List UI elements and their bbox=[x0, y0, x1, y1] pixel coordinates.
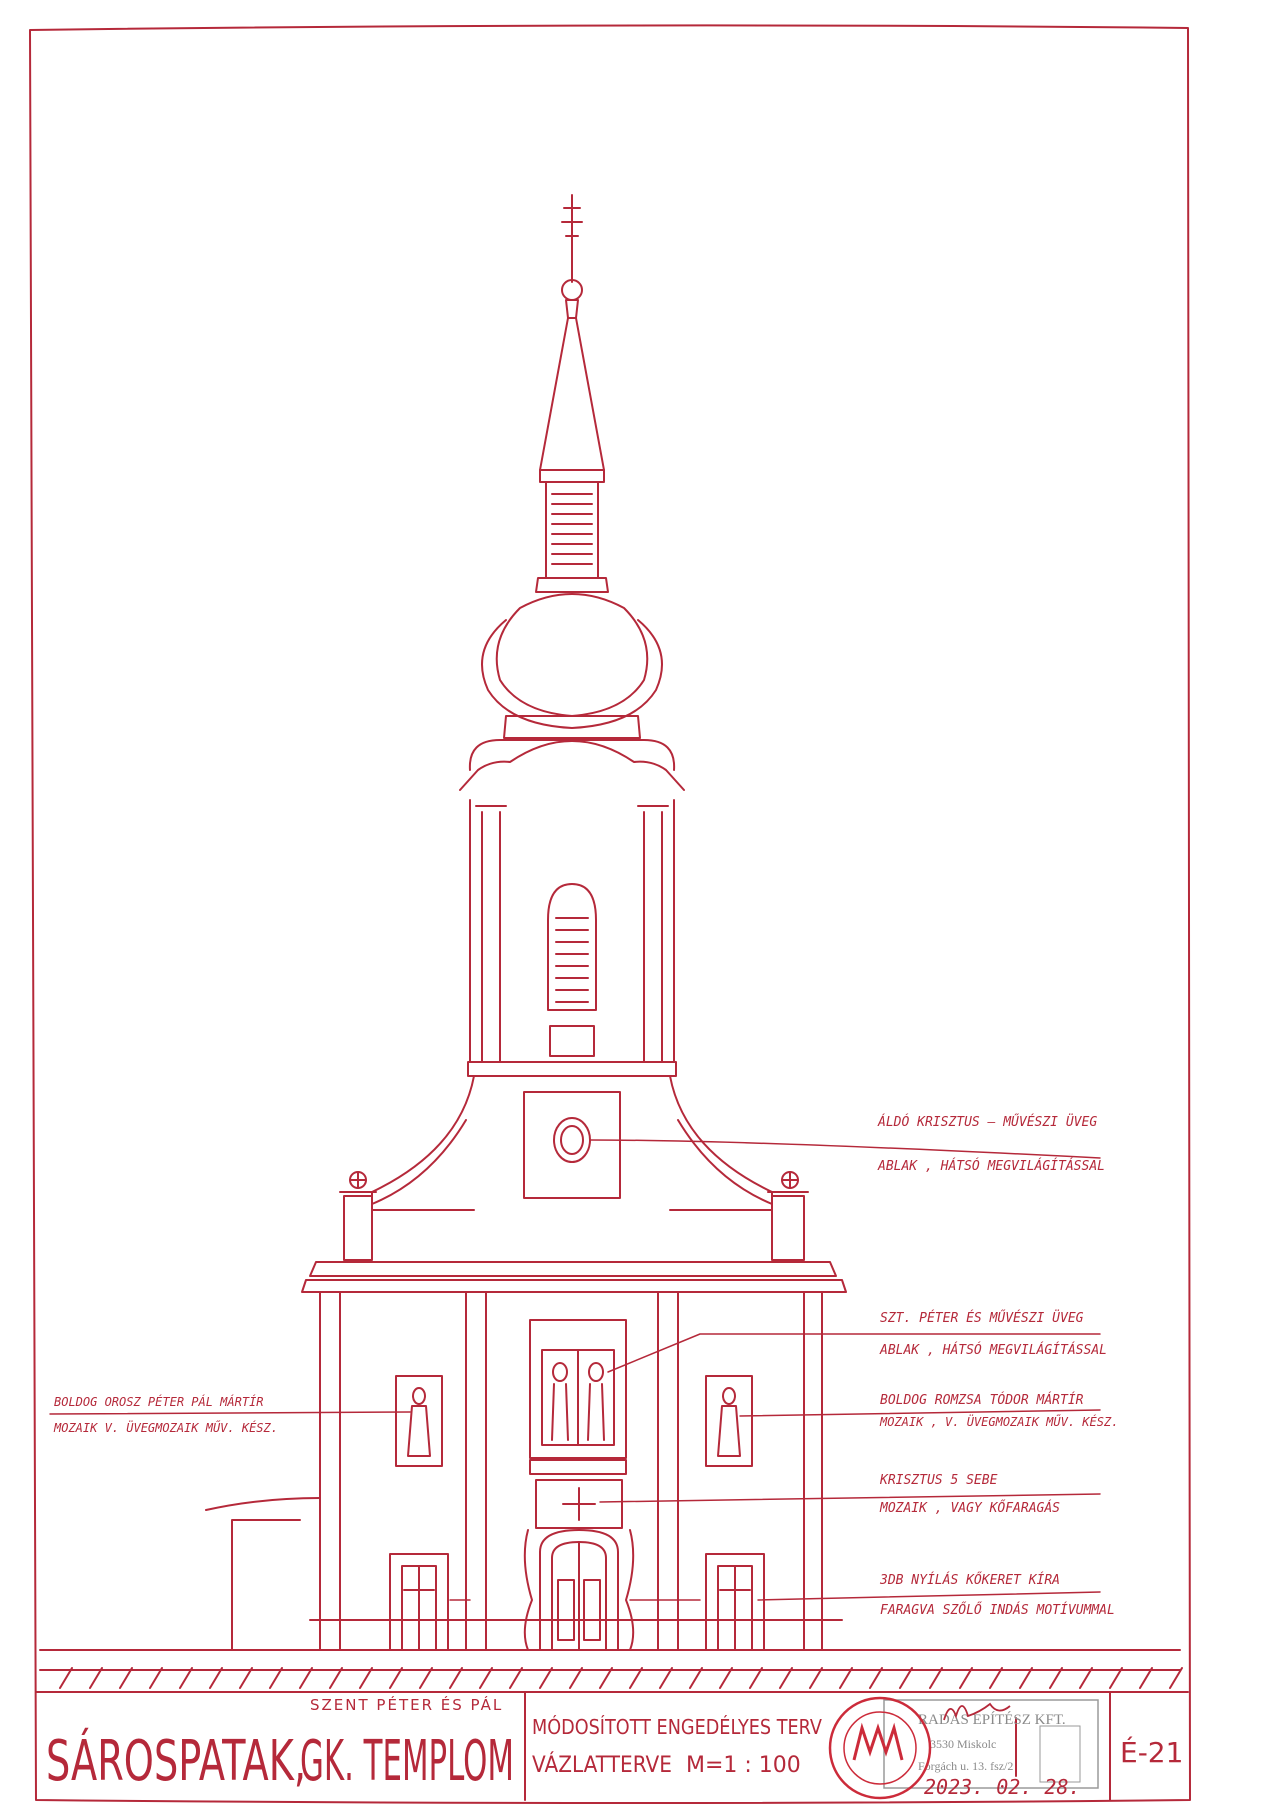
annotation-2-line2: ABLAK , HÁTSÓ MEGVILÁGÍTÁSSAL bbox=[879, 1342, 1107, 1358]
church-elevation bbox=[39, 194, 1183, 1689]
annotation-6-line2: MOZAIK V. ÜVEGMOZAIK MŰV. KÉSZ. bbox=[53, 1419, 278, 1435]
annotation-4-line2: MOZAIK , VAGY KŐFARAGÁS bbox=[879, 1500, 1060, 1516]
annotation-6-line1: BOLDOG OROSZ PÉTER PÁL MÁRTÍR bbox=[54, 1394, 264, 1409]
annotation-1-line1: ÁLDÓ KRISZTUS – MŰVÉSZI ÜVEG bbox=[877, 1113, 1097, 1130]
sign-date: 2023. 02. 28. bbox=[924, 1775, 1081, 1799]
annotation-4-line1: KRISZTUS 5 SEBE bbox=[879, 1473, 998, 1488]
annotation-5-line2: FARAGVA SZŐLŐ INDÁS MOTÍVUMMAL bbox=[880, 1602, 1115, 1618]
church-dedication: SZENT PÉTER ÉS PÁL bbox=[310, 1695, 503, 1714]
tower-cross-icon bbox=[561, 194, 583, 283]
annotation-5-line1: 3DB NYÍLÁS KŐKERET KÍRA bbox=[879, 1572, 1060, 1588]
desc-line2: VÁZLATTERVE bbox=[532, 1752, 672, 1778]
svg-text:RADAS ÉPÍTÉSZ KFT.: RADAS ÉPÍTÉSZ KFT. bbox=[918, 1711, 1066, 1728]
architect-seal bbox=[828, 1696, 932, 1800]
desc-line1: MÓDOSÍTOTT ENGEDÉLYES TERV bbox=[532, 1715, 822, 1739]
annotation-1-line2: ABLAK , HÁTSÓ MEGVILÁGÍTÁSSAL bbox=[877, 1158, 1105, 1174]
five-wounds-cross-icon bbox=[562, 1487, 596, 1521]
annotation-2-line1: SZT. PÉTER ÉS MŰVÉSZI ÜVEG bbox=[880, 1309, 1084, 1326]
svg-text:Forgách u. 13. fsz/2: Forgách u. 13. fsz/2 bbox=[918, 1759, 1013, 1773]
svg-text:3530 Miskolc: 3530 Miskolc bbox=[930, 1737, 996, 1751]
scale: M=1 : 100 bbox=[686, 1753, 801, 1778]
drawing-sheet: ÁLDÓ KRISZTUS – MŰVÉSZI ÜVEG ABLAK , HÁT… bbox=[29, 24, 1191, 1804]
annotation-3-line2: MOZAIK , V. ÜVEGMOZAIK MŰV. KÉSZ. bbox=[879, 1413, 1118, 1429]
title-location: SÁROSPATAK, bbox=[46, 1729, 306, 1794]
sheet-number: É-21 bbox=[1120, 1735, 1183, 1769]
title-church: GK. TEMPLOM bbox=[300, 1729, 514, 1794]
annotation-3-line1: BOLDOG ROMZSA TÓDOR MÁRTÍR bbox=[880, 1392, 1084, 1408]
